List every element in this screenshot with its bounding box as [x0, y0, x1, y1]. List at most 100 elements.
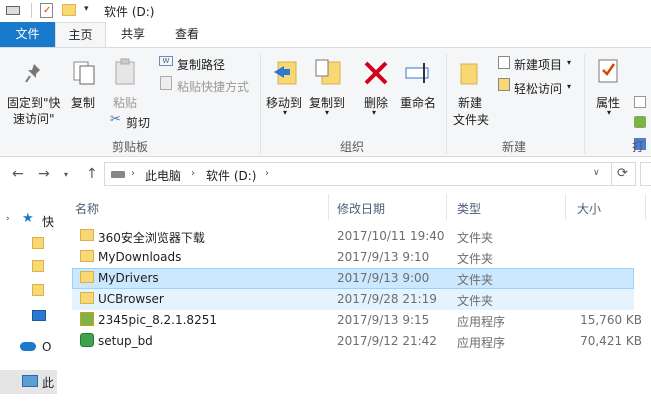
column-divider[interactable] — [446, 194, 447, 220]
column-header-modified[interactable]: 修改日期 — [337, 200, 385, 217]
pin-quick-access-label: 速访问" — [13, 112, 55, 126]
file-row-selected[interactable]: MyDrivers 2017/9/13 9:00 文件夹 — [72, 268, 634, 289]
pin-quick-access-button[interactable]: 固定到"快 — [7, 94, 61, 111]
desktop-icon[interactable] — [32, 310, 46, 321]
drive-icon — [111, 171, 125, 178]
file-size: 15,760 KB — [580, 313, 642, 327]
tab-share[interactable]: 共享 — [112, 22, 154, 47]
copy-path-button[interactable]: 复制路径 — [177, 56, 225, 73]
file-size: 70,421 KB — [580, 334, 642, 348]
address-dropdown-icon[interactable]: ∨ — [593, 168, 600, 178]
file-modified: 2017/9/13 9:15 — [337, 313, 430, 327]
file-type: 文件夹 — [457, 294, 494, 308]
back-arrow-icon[interactable]: ← — [12, 166, 24, 182]
file-row[interactable]: MyDownloads 2017/9/13 9:10 文件夹 — [72, 247, 634, 268]
new-group-label: 新建 — [502, 140, 527, 154]
file-modified: 2017/9/13 9:10 — [337, 250, 430, 264]
cut-button[interactable]: 剪切 — [126, 114, 150, 131]
file-modified: 2017/9/28 21:19 — [337, 292, 437, 306]
expand-chevron-icon[interactable]: › — [6, 214, 10, 224]
paste-button[interactable]: 粘贴 — [113, 94, 137, 111]
clipboard-group-label: 剪贴板 — [112, 140, 149, 154]
file-type: 文件夹 — [457, 252, 494, 266]
navigation-pane: › ★ 快 O 此 — [0, 190, 57, 405]
file-name: 2345pic_8.2.1.8251 — [98, 313, 217, 327]
recent-locations-icon[interactable]: ▾ — [64, 170, 68, 179]
breadcrumb-separator-icon: › — [191, 168, 195, 179]
new-folder-quick-icon[interactable] — [62, 4, 76, 16]
nav-item-this-pc[interactable]: 此 — [42, 374, 54, 391]
file-modified: 2017/10/11 19:40 — [337, 229, 445, 243]
move-to-dropdown-icon[interactable]: ▾ — [283, 108, 287, 117]
edit-small-icon[interactable] — [634, 96, 646, 108]
file-modified: 2017/9/12 21:42 — [337, 334, 437, 348]
copy-icon — [72, 60, 96, 86]
easy-access-button[interactable]: 轻松访问 — [514, 80, 562, 97]
copy-button[interactable]: 复制 — [71, 94, 95, 111]
organize-group-label: 组织 — [340, 140, 365, 154]
refresh-button[interactable]: ⟳ — [612, 162, 636, 186]
breadcrumb-separator-icon: › — [265, 168, 269, 179]
file-name: UCBrowser — [98, 292, 164, 306]
file-row-hover[interactable]: UCBrowser 2017/9/28 21:19 文件夹 — [72, 289, 634, 310]
address-bar[interactable]: › 此电脑 › 软件 (D:) › ∨ — [104, 162, 612, 186]
folder-icon — [80, 271, 94, 283]
refresh-icon: ⟳ — [617, 166, 628, 181]
tab-view[interactable]: 查看 — [168, 22, 206, 47]
properties-icon — [597, 58, 621, 86]
file-type: 文件夹 — [457, 273, 494, 287]
tab-home[interactable]: 主页 — [55, 22, 106, 47]
column-header-size[interactable]: 大小 — [577, 200, 601, 217]
file-modified: 2017/9/13 9:00 — [337, 271, 430, 285]
customize-toolbar-icon[interactable]: ▾ — [84, 4, 89, 14]
column-header-type[interactable]: 类型 — [457, 200, 481, 217]
new-folder-label-2: 文件夹 — [453, 113, 490, 127]
copy-path-icon: W — [159, 56, 173, 66]
separator — [260, 54, 261, 154]
move-to-icon — [272, 58, 300, 86]
properties-quick-icon[interactable]: ✓ — [40, 3, 53, 18]
folder-icon[interactable] — [32, 237, 44, 249]
search-input[interactable] — [640, 162, 651, 186]
column-divider[interactable] — [328, 194, 329, 220]
easy-access-dropdown-icon[interactable]: ▾ — [567, 82, 571, 91]
up-arrow-icon[interactable]: ↑ — [86, 166, 98, 182]
column-divider[interactable] — [565, 194, 566, 220]
separator — [584, 54, 585, 154]
file-type: 文件夹 — [457, 231, 494, 245]
new-item-dropdown-icon[interactable]: ▾ — [567, 58, 571, 67]
nav-item-quick-access[interactable]: 快 — [42, 213, 54, 230]
new-folder-button[interactable]: 新建 — [458, 94, 482, 111]
file-row[interactable]: setup_bd 2017/9/12 21:42 应用程序 70,421 KB — [72, 331, 642, 352]
new-item-button[interactable]: 新建项目 — [514, 56, 562, 73]
paste-shortcut-button[interactable]: 粘贴快捷方式 — [177, 78, 249, 95]
column-header-name[interactable]: 名称 — [75, 200, 99, 217]
file-row[interactable]: 2345pic_8.2.1.8251 2017/9/13 9:15 应用程序 1… — [72, 310, 642, 331]
rename-button[interactable]: 重命名 — [400, 94, 436, 111]
forward-arrow-icon[interactable]: → — [38, 166, 50, 182]
copy-to-dropdown-icon[interactable]: ▾ — [325, 108, 329, 117]
delete-icon — [363, 60, 389, 86]
file-name: MyDownloads — [98, 250, 182, 264]
folder-icon — [80, 229, 94, 241]
folder-icon[interactable] — [32, 260, 44, 272]
column-divider[interactable] — [645, 194, 646, 220]
paste-icon — [114, 58, 138, 86]
pin-icon — [24, 62, 44, 84]
tab-file[interactable]: 文件 — [0, 22, 55, 47]
properties-dropdown-icon[interactable]: ▾ — [607, 108, 611, 117]
separator — [446, 54, 447, 154]
file-row[interactable]: 360安全浏览器下载 2017/10/11 19:40 文件夹 — [72, 226, 634, 247]
folder-icon[interactable] — [32, 284, 44, 296]
ribbon-tabs: 文件 主页 共享 查看 — [0, 22, 651, 47]
nav-item-onedrive[interactable]: O — [42, 340, 51, 354]
new-item-icon — [498, 56, 510, 69]
open-small-icon[interactable] — [634, 116, 646, 128]
file-name: setup_bd — [98, 334, 153, 348]
delete-dropdown-icon[interactable]: ▾ — [372, 108, 376, 117]
breadcrumb-this-pc[interactable]: 此电脑 — [145, 167, 181, 184]
file-type: 应用程序 — [457, 315, 506, 329]
breadcrumb-drive-d[interactable]: 软件 (D:) — [206, 167, 256, 184]
file-name: 360安全浏览器下载 — [98, 231, 205, 245]
drive-icon — [6, 6, 20, 15]
